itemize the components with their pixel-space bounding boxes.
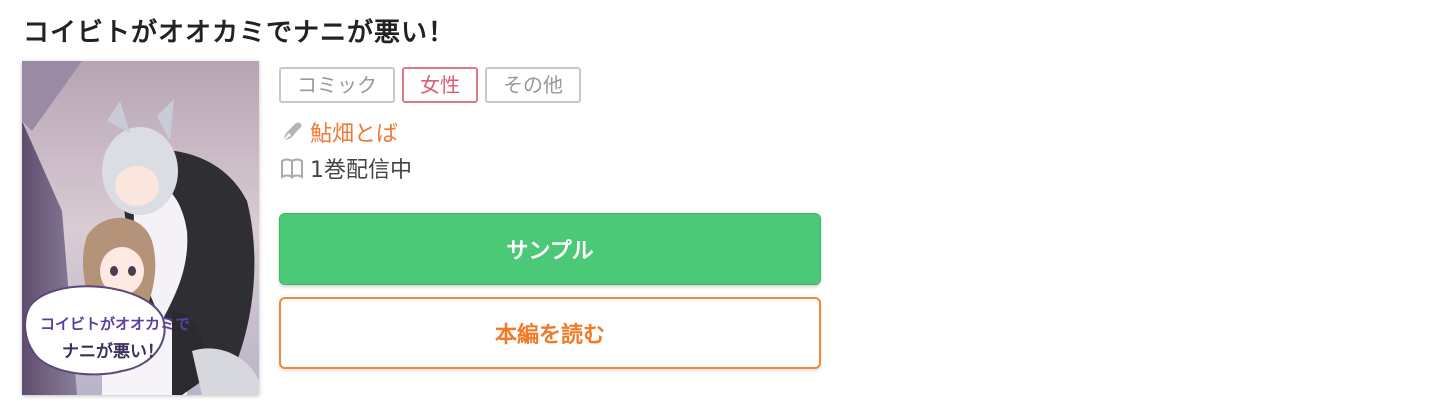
book-icon — [280, 156, 304, 180]
comic-title: コイビトがオオカミでナニが悪い！ — [23, 18, 456, 48]
cover-image[interactable]: コイビトがオオカミで ナニが悪い！ — [22, 61, 259, 395]
genre-tags: コミック 女性 その他 — [279, 67, 581, 103]
read-button[interactable]: 本編を読む — [279, 297, 821, 369]
tag-female[interactable]: 女性 — [402, 67, 478, 103]
cover-logo-line-2: ナニが悪い！ — [62, 341, 164, 362]
cover-illustration: コイビトがオオカミで ナニが悪い！ — [22, 61, 259, 395]
tag-other[interactable]: その他 — [485, 67, 581, 103]
cover-logo-line-1: コイビトがオオカミで — [40, 315, 190, 333]
author-link[interactable]: 鮎畑とば — [310, 116, 398, 148]
pen-icon — [280, 120, 304, 144]
author-row: 鮎畑とば — [280, 116, 398, 148]
tag-comic[interactable]: コミック — [279, 67, 395, 103]
volume-count: 1巻配信中 — [310, 158, 412, 183]
volume-row: 1巻配信中 — [280, 152, 412, 184]
sample-button[interactable]: サンプル — [279, 213, 821, 285]
